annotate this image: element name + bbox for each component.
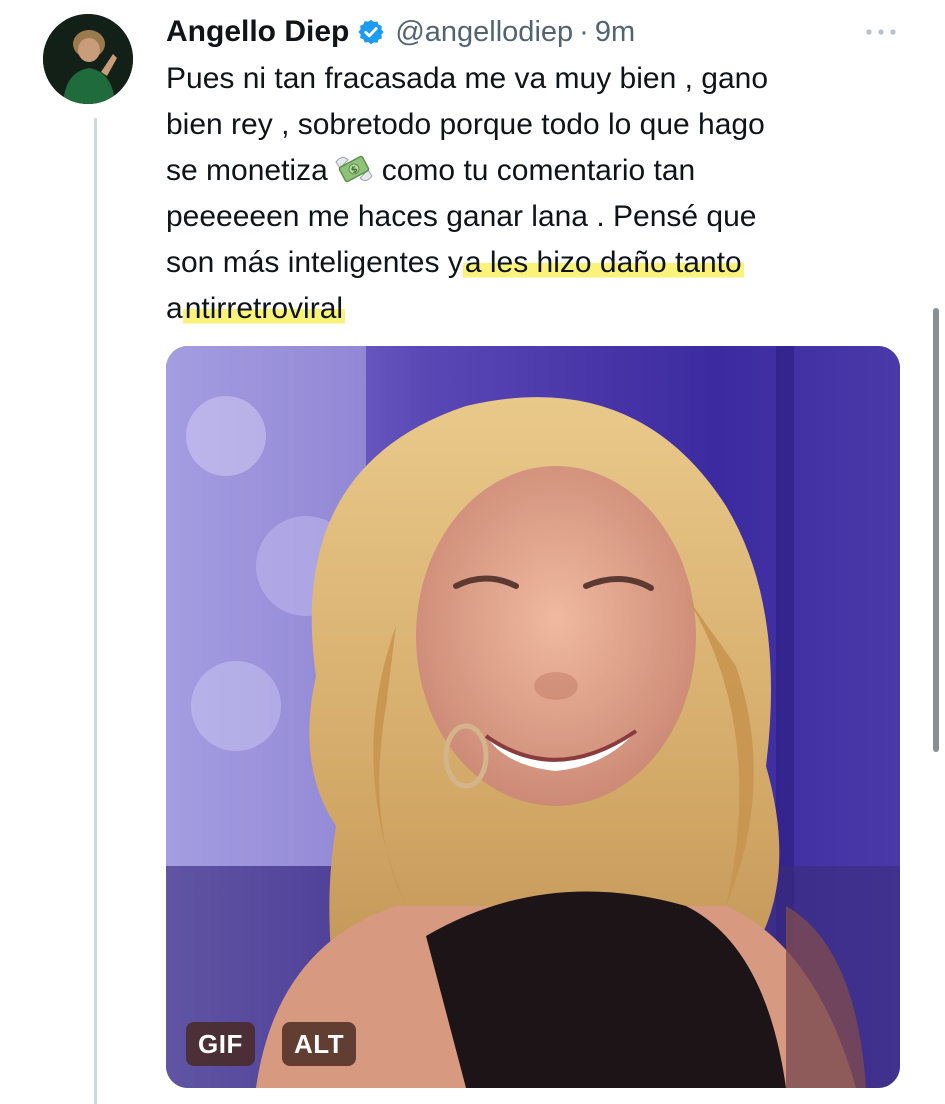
gif-badge[interactable]: GIF [186,1022,255,1066]
more-options-icon[interactable] [863,22,899,42]
tweet-text-line: Pues ni tan fracasada me va muy bien , g… [166,56,886,102]
tweet-page: Angello Diep @angellodiep · 9m Pues ni t… [0,0,945,1104]
highlighted-text-segment: ntirretroviral [182,292,346,325]
highlighted-text-segment: a les hizo daño tanto [462,246,744,279]
tweet-text-line: bien rey , sobretodo porque todo lo que … [166,102,886,148]
tweet-text-segment: Pues ni tan fracasada me va muy bien , g… [166,62,769,95]
scrollbar-thumb[interactable] [933,308,939,752]
gif-frame-image [166,346,900,1088]
tweet-text-segment: como tu comentario tan [381,154,696,187]
alt-text-badge[interactable]: ALT [282,1022,357,1066]
author-display-name[interactable]: Angello Diep [166,15,349,49]
tweet-text-line: antirretroviral [166,286,886,332]
verified-badge-icon[interactable] [357,18,385,46]
tweet-text-line: peeeeeen me haces ganar lana . Pensé que [166,194,886,240]
header-separator: · [579,15,589,48]
tweet-text-segment: peeeeeen me haces ganar lana . Pensé que [166,200,757,233]
tweet-body-text: Pues ni tan fracasada me va muy bien , g… [166,56,886,332]
thread-connector-line [94,118,97,1104]
tweet-text-segment: se monetiza [166,154,328,187]
tweet-text-segment: a [166,292,183,325]
tweet-timestamp[interactable]: 9m [595,16,635,49]
tweet-text-line: se monetiza $ como tu comentario tan [166,148,886,194]
author-avatar[interactable] [43,14,133,104]
tweet-text-line: son más inteligentes ya les hizo daño ta… [166,240,886,286]
author-handle[interactable]: @angellodiep [395,16,573,49]
tweet-text-segment: son más inteligentes y [166,246,463,279]
money-with-wings-emoji-icon: $ [334,152,374,186]
tweet-gif-media[interactable]: GIF ALT [166,346,900,1088]
tweet-text-segment: bien rey , sobretodo porque todo lo que … [166,108,765,141]
tweet-header: Angello Diep @angellodiep · 9m [166,12,635,52]
profile-avatar-icon [43,14,133,104]
